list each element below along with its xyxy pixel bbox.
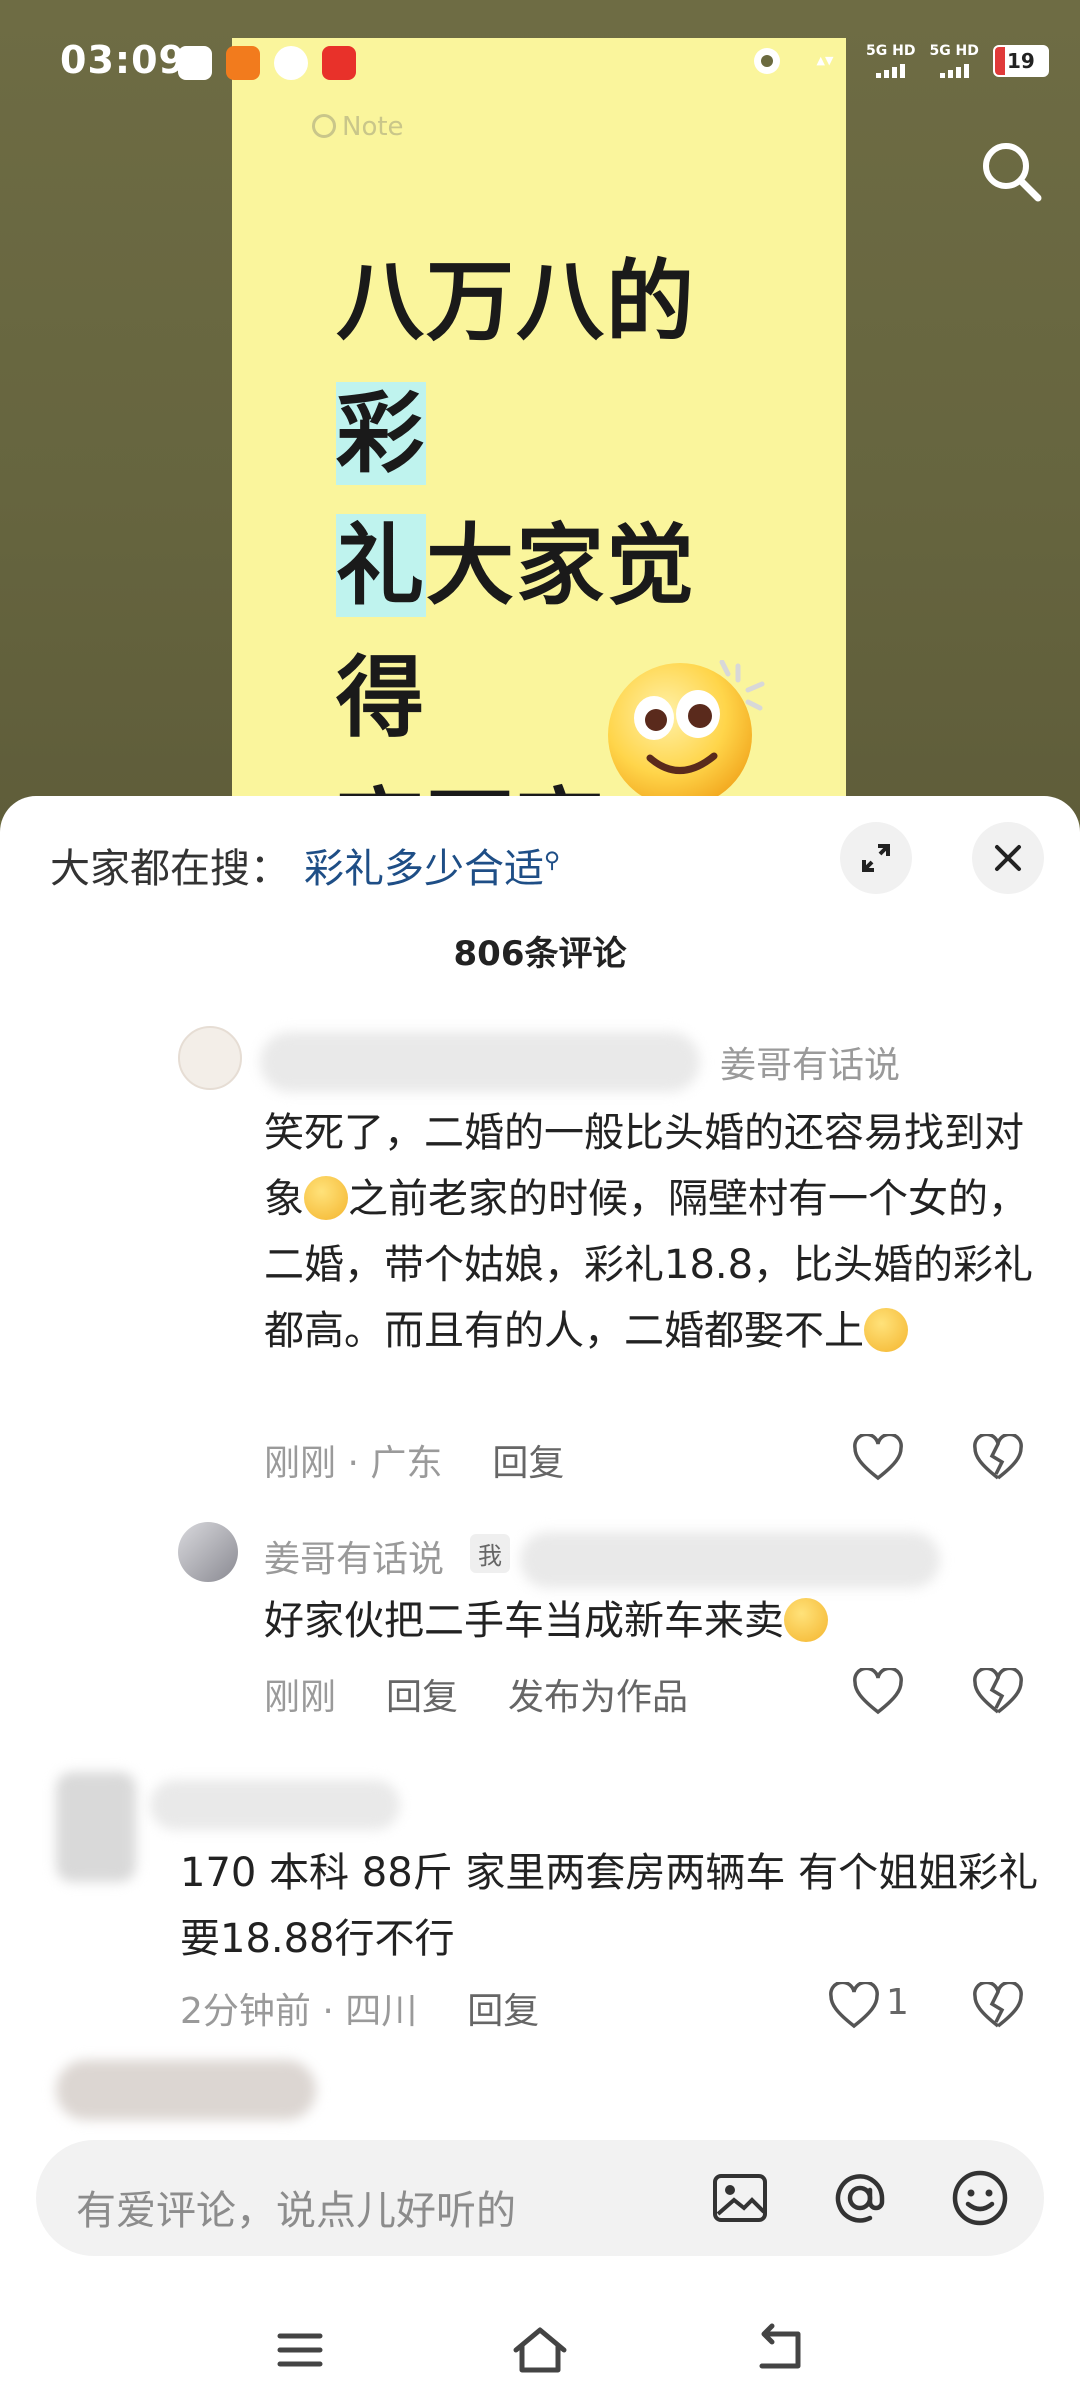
blurred-reply-target xyxy=(520,1532,940,1588)
mention-icon[interactable] xyxy=(830,2168,890,2228)
close-icon xyxy=(995,845,1021,871)
status-time: 03:09 xyxy=(60,38,186,82)
comment-input-bar[interactable]: 有爱评论，说点儿好听的 xyxy=(36,2140,1044,2256)
status-right: ▲▼ 5G HD 5G HD 19 xyxy=(750,44,1049,78)
menu-icon[interactable] xyxy=(270,2320,330,2380)
taobao-app-icon xyxy=(226,46,260,80)
network-speed: ▲▼ xyxy=(816,54,834,67)
comment-meta: 2分钟前 · 四川 回复 xyxy=(180,1982,539,2034)
comment-text: 170 本科 88斤 家里两套房两辆车 有个姐姐彩礼要18.88行不行 xyxy=(180,1850,1039,1962)
back-icon[interactable] xyxy=(750,2320,810,2380)
publish-as-work-button[interactable]: 发布为作品 xyxy=(508,1668,688,1720)
comment-time-location: 2分钟前 · 四川 xyxy=(180,1991,418,2032)
keyword-text: 彩礼多少合适 xyxy=(304,846,544,892)
silly-emoji-icon xyxy=(864,1308,908,1352)
comment-time-location: 刚刚 · 广东 xyxy=(264,1443,443,1484)
comment-time: 刚刚 xyxy=(264,1677,337,1718)
headline-highlight: 彩 xyxy=(336,382,427,485)
like-heart-icon[interactable] xyxy=(828,1980,880,2030)
avatar[interactable] xyxy=(178,1026,242,1090)
blurred-next-comment xyxy=(56,2060,316,2120)
signal-2: 5G HD xyxy=(929,43,979,78)
xiaohongshu-app-icon xyxy=(322,46,356,80)
image-icon[interactable] xyxy=(710,2168,770,2228)
notification-icons xyxy=(178,46,356,80)
like-count: 1 xyxy=(886,1982,909,2023)
trending-search[interactable]: 大家都在搜： 彩礼多少合适⚲ xyxy=(50,836,560,894)
close-button[interactable] xyxy=(972,822,1044,894)
emoji-icon[interactable] xyxy=(950,2168,1010,2228)
search-small-icon: ⚲ xyxy=(544,848,561,874)
trending-search-prefix: 大家都在搜： xyxy=(50,846,290,892)
author-tag: 我 xyxy=(470,1534,510,1573)
search-icon[interactable] xyxy=(980,140,1044,204)
broken-heart-icon[interactable] xyxy=(972,1980,1024,2030)
home-icon[interactable] xyxy=(510,2320,570,2380)
expand-icon xyxy=(862,844,890,872)
avatar[interactable] xyxy=(178,1522,238,1582)
comment-text: 好家伙把二手车当成新车来卖 xyxy=(264,1588,1044,1654)
system-nav-bar xyxy=(0,2300,1080,2408)
blurred-username xyxy=(260,1032,700,1092)
signal-2-label: 5G HD xyxy=(929,43,979,59)
headline-highlight: 礼 xyxy=(336,514,427,617)
reply-to-name[interactable]: 姜哥有话说 xyxy=(720,1036,900,1088)
comment-input-placeholder[interactable]: 有爱评论，说点儿好听的 xyxy=(76,2178,516,2236)
smile-emoji-icon xyxy=(784,1598,828,1642)
reply-button[interactable]: 回复 xyxy=(386,1668,458,1720)
broken-heart-icon[interactable] xyxy=(972,1432,1024,1482)
smiley-emoji-icon xyxy=(598,659,768,814)
media-app-icon xyxy=(274,46,308,80)
signal-1-label: 5G HD xyxy=(866,43,916,59)
reply-button[interactable]: 回复 xyxy=(492,1434,564,1486)
battery-indicator: 19 xyxy=(992,45,1049,77)
comment-count: 806条评论 xyxy=(453,934,627,974)
headline-text: 八万八的 xyxy=(336,250,697,353)
blurred-username xyxy=(150,1780,400,1830)
comment-text: 笑死了，二婚的一般比头婚的还容易找到对象 之前老家的时候，隔壁村有一个女的，二婚，… xyxy=(264,1100,1044,1364)
comment-text-part: 之前老家的时候，隔壁村有一个女的，二婚，带个姑娘，彩礼18.8，比头婚的彩礼都高… xyxy=(264,1176,1034,1354)
comment-sheet: 大家都在搜： 彩礼多少合适⚲ 806条评论 姜哥有话说 笑死了，二婚的一般比头婚的… xyxy=(0,796,1080,2408)
comment-meta: 刚刚 回复 发布为作品 xyxy=(264,1668,688,1720)
signal-1: 5G HD xyxy=(866,44,915,78)
battery-level: 19 xyxy=(1006,49,1035,73)
trending-search-keyword[interactable]: 彩礼多少合适⚲ xyxy=(304,846,560,892)
comment-text-part: 好家伙把二手车当成新车来卖 xyxy=(264,1598,784,1644)
like-heart-icon[interactable] xyxy=(852,1432,904,1482)
pleading-emoji-icon xyxy=(304,1176,348,1220)
broken-heart-icon[interactable] xyxy=(972,1666,1024,1716)
comment-meta: 刚刚 · 广东 回复 xyxy=(264,1434,564,1486)
like-heart-icon[interactable] xyxy=(852,1666,904,1716)
reply-button[interactable]: 回复 xyxy=(467,1982,539,2034)
blurred-avatar[interactable] xyxy=(56,1772,136,1882)
expand-button[interactable] xyxy=(840,822,912,894)
alarm-icon xyxy=(754,48,780,74)
status-bar: 03:09 ▲▼ 5G HD 5G HD 19 xyxy=(0,0,1080,130)
author-name[interactable]: 姜哥有话说 xyxy=(264,1530,444,1582)
baidu-app-icon xyxy=(178,46,212,80)
